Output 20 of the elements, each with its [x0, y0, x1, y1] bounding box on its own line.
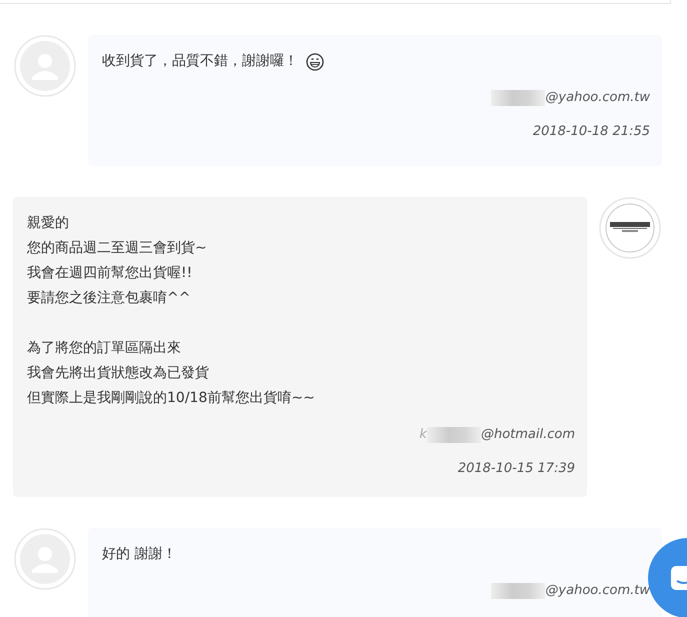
- message-text: 我會在週四前幫您出貨喔!!: [27, 264, 192, 283]
- message-text: 我會先將出貨狀態改為已發貨: [27, 364, 209, 383]
- email-address: @hotmail.com: [480, 426, 575, 444]
- redacted-blur: [426, 427, 481, 443]
- message-time: 2018-10-18 21:55: [532, 123, 650, 141]
- email-address: @yahoo.com.tw: [545, 89, 650, 107]
- email-address: @yahoo.com.tw: [545, 582, 650, 600]
- message-text: 收到貨了，品質不錯，謝謝囉！: [102, 52, 298, 71]
- grinning-face-icon: [306, 52, 324, 70]
- message-text: 親愛的: [27, 214, 69, 233]
- message-time: 2018-10-15 17:39: [456, 460, 575, 478]
- message-text: 您的商品週二至週三會到貨~: [27, 239, 207, 258]
- message-text: 好的 謝謝！: [102, 545, 176, 564]
- redacted-blur: [491, 90, 546, 106]
- message-text: 要請您之後注意包裹唷^^: [27, 289, 190, 308]
- message-text: 但實際上是我剛剛說的10/18前幫您出貨唷~~: [27, 389, 315, 408]
- shop-logo-icon: [599, 197, 661, 259]
- message-text: 為了將您的訂單區隔出來: [27, 339, 181, 358]
- email-prefix: k: [419, 426, 427, 444]
- redacted-blur: [491, 583, 546, 599]
